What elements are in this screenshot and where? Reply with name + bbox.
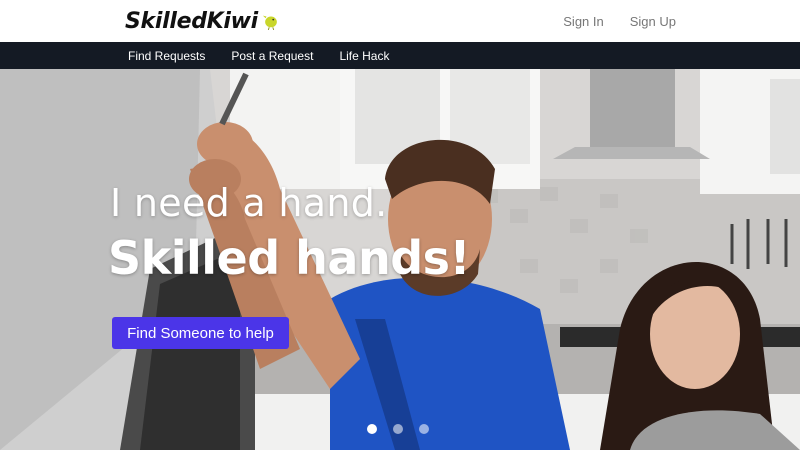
nav-find-requests[interactable]: Find Requests	[128, 49, 205, 63]
brand-name: SkilledKiwi	[125, 8, 258, 34]
find-someone-button[interactable]: Find Someone to help	[112, 317, 289, 349]
main-nav: Find Requests Post a Request Life Hack	[0, 42, 800, 69]
carousel-indicators	[367, 424, 429, 434]
carousel-dot-3[interactable]	[419, 424, 429, 434]
carousel-dot-2[interactable]	[393, 424, 403, 434]
sign-up-link[interactable]: Sign Up	[630, 14, 676, 29]
kiwi-bird-icon	[262, 15, 277, 30]
nav-list: Find Requests Post a Request Life Hack	[128, 42, 389, 69]
hero-headline: I need a hand.	[110, 181, 388, 225]
hero-carousel: I need a hand. Skilled hands! Find Someo…	[0, 69, 800, 450]
nav-life-hack[interactable]: Life Hack	[339, 49, 389, 63]
site-header: SkilledKiwi Sign In Sign Up	[0, 0, 800, 42]
brand-logo[interactable]: SkilledKiwi	[125, 6, 280, 36]
nav-post-request[interactable]: Post a Request	[231, 49, 313, 63]
hero-subheadline: Skilled hands!	[108, 231, 471, 285]
auth-links: Sign In Sign Up	[563, 14, 676, 29]
sign-in-link[interactable]: Sign In	[563, 14, 603, 29]
carousel-dot-1[interactable]	[367, 424, 377, 434]
